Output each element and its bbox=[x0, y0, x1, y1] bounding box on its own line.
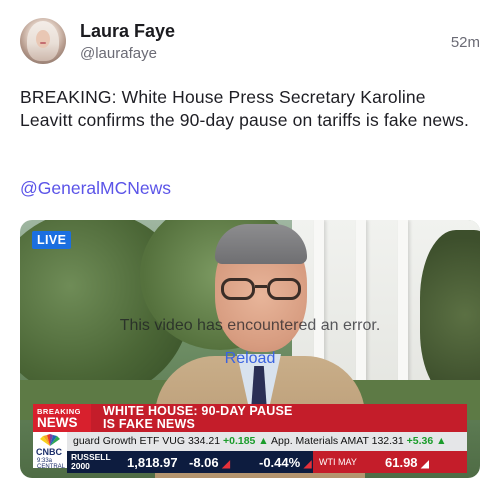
post-header: Laura Faye @laurafaye 52m bbox=[20, 18, 482, 70]
author-handle[interactable]: @laurafaye bbox=[80, 45, 157, 62]
author-name[interactable]: Laura Faye bbox=[80, 21, 175, 42]
post-text: BREAKING: White House Press Secretary Ka… bbox=[20, 87, 470, 130]
commodity-ticker: WTI MAY 61.98 ◢ bbox=[313, 451, 467, 473]
live-badge: LIVE bbox=[32, 231, 72, 249]
video-player[interactable]: LIVE This video has encountered an error… bbox=[20, 220, 480, 478]
mention-link[interactable]: @GeneralMCNews bbox=[20, 178, 171, 199]
index-change: -8.06 ◢ bbox=[189, 455, 230, 470]
video-error-message: This video has encountered an error. bbox=[119, 317, 381, 334]
index-label: RUSSELL 2000 bbox=[71, 452, 111, 471]
reload-button[interactable]: Reload bbox=[20, 350, 480, 368]
index-percent: -0.44% ◢ bbox=[259, 455, 312, 470]
down-arrow-icon: ◢ bbox=[421, 459, 429, 470]
avatar[interactable] bbox=[20, 18, 66, 64]
stock-ticker: CNBC 9:33a CENTRAL guard Growth ETF VUG … bbox=[33, 432, 467, 470]
down-arrow-icon: ◢ bbox=[303, 459, 312, 470]
headline-text: WHITE HOUSE: 90-DAY PAUSE IS FAKE NEWS bbox=[91, 404, 467, 432]
post-timestamp[interactable]: 52m bbox=[451, 34, 480, 51]
index-ticker: RUSSELL 2000 1,818.97 -8.06 ◢ -0.44% ◢ W… bbox=[67, 451, 467, 473]
peacock-icon bbox=[40, 434, 60, 446]
stock-scroll-text: guard Growth ETF VUG 334.21 +0.185 ▲ App… bbox=[73, 435, 447, 447]
index-value: 1,818.97 bbox=[127, 455, 178, 470]
breaking-news-badge: BREAKING NEWS bbox=[33, 404, 91, 432]
lower-third-headline: BREAKING NEWS WHITE HOUSE: 90-DAY PAUSE … bbox=[33, 404, 467, 432]
cnbc-logo: CNBC 9:33a CENTRAL bbox=[33, 432, 67, 470]
down-arrow-icon: ◢ bbox=[222, 459, 230, 470]
